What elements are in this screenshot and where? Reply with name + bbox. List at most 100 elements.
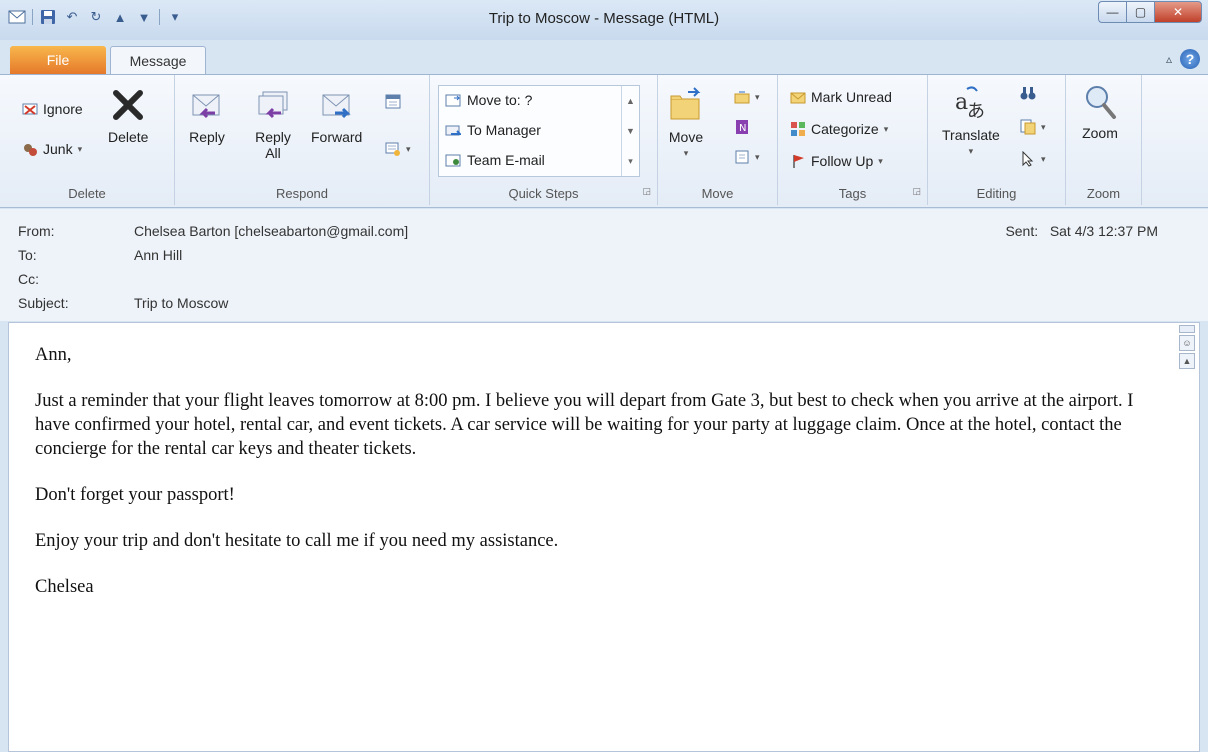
delete-button[interactable]: Delete xyxy=(108,87,148,145)
related-button[interactable]: ▾ xyxy=(1020,119,1046,135)
categorize-button[interactable]: Categorize ▾ xyxy=(790,121,888,137)
ribbon: Ignore Junk ▾ Delete Delete Reply Reply … xyxy=(0,74,1208,208)
actions-icon xyxy=(735,150,749,164)
maximize-button[interactable]: ▢ xyxy=(1126,1,1154,23)
junk-label: Junk xyxy=(43,141,73,157)
window-title: Trip to Moscow - Message (HTML) xyxy=(488,10,720,27)
body-paragraph: Just a reminder that your flight leaves … xyxy=(35,391,1134,459)
scroll-down-icon[interactable]: ▼ xyxy=(622,116,639,146)
ribbon-tabs: File Message ▵ ? xyxy=(0,40,1208,75)
delete-group-label: Delete xyxy=(68,186,106,201)
from-value[interactable]: Chelsea Barton [chelseabarton@gmail.com] xyxy=(134,223,408,239)
reply-label: Reply xyxy=(189,129,225,145)
to-manager-icon xyxy=(445,125,461,136)
rules-button[interactable]: ▾ xyxy=(734,89,760,105)
chevron-down-icon: ▾ xyxy=(77,143,83,154)
subject-label: Subject: xyxy=(18,295,69,311)
close-button[interactable]: ✕ xyxy=(1154,1,1202,23)
quick-steps-scroll[interactable]: ▲ ▼ ▾ xyxy=(621,86,639,176)
minimize-ribbon-icon[interactable]: ▵ xyxy=(1166,52,1172,66)
select-button[interactable]: ▾ xyxy=(1020,151,1046,167)
chevron-down-icon: ▾ xyxy=(1041,121,1046,132)
scroll-split-handle[interactable] xyxy=(1179,325,1195,333)
chevron-down-icon: ▾ xyxy=(406,143,411,154)
delete-group: Ignore Junk ▾ Delete Delete xyxy=(0,75,175,205)
onenote-button[interactable]: N xyxy=(734,119,750,135)
from-label: From: xyxy=(18,223,55,239)
respond-group-label: Respond xyxy=(275,186,329,201)
binoculars-icon xyxy=(1020,87,1036,100)
quick-steps-gallery: Move to: ? To Manager Team E-mail ▲ ▼ ▾ xyxy=(438,85,640,177)
categorize-icon xyxy=(791,122,805,136)
zoom-button[interactable]: Zoom xyxy=(1082,83,1118,141)
reply-icon xyxy=(192,94,220,119)
people-pane-icon[interactable]: ☺ xyxy=(1179,335,1195,351)
mark-unread-button[interactable]: Mark Unread xyxy=(790,89,892,105)
actions-button[interactable]: ▾ xyxy=(734,149,760,165)
chevron-down-icon: ▾ xyxy=(1041,153,1046,164)
quick-steps-group: Move to: ? To Manager Team E-mail ▲ ▼ ▾ … xyxy=(430,75,658,205)
chevron-down-icon: ▾ xyxy=(755,91,760,102)
tags-group-label: Tags xyxy=(838,186,867,201)
mark-unread-label: Mark Unread xyxy=(811,89,892,105)
delete-label: Delete xyxy=(108,129,149,145)
reply-all-label-1: Reply xyxy=(255,129,291,145)
onenote-icon: N xyxy=(736,120,748,134)
vertical-scrollbar[interactable]: ☺ ▲ xyxy=(1179,325,1197,749)
zoom-group-label: Zoom xyxy=(1086,186,1121,201)
move-group: Move ▾ ▾ N ▾ Move xyxy=(658,75,778,205)
respond-group: Reply Reply All Forward ▾ Respond xyxy=(175,75,430,205)
chevron-down-icon: ▾ xyxy=(883,123,889,134)
follow-up-flag-icon xyxy=(793,155,804,168)
team-email-icon xyxy=(445,154,461,167)
meeting-icon xyxy=(385,94,401,109)
svg-text:N: N xyxy=(739,123,746,134)
greeting: Ann, xyxy=(35,345,72,365)
translate-button[interactable]: aあ Translate ▾ xyxy=(942,85,1000,159)
meeting-button[interactable] xyxy=(385,93,401,109)
follow-up-button[interactable]: Follow Up ▾ xyxy=(790,153,883,169)
quick-step-team-email[interactable]: Team E-mail xyxy=(445,152,545,168)
quick-steps-group-label: Quick Steps xyxy=(508,186,579,201)
minimize-button[interactable]: — xyxy=(1098,1,1126,23)
tags-group: Mark Unread Categorize ▾ Follow Up ▾ ◲ T… xyxy=(778,75,928,205)
quick-step-label: Move to: ? xyxy=(467,92,533,108)
move-label: Move xyxy=(668,129,704,145)
body-paragraph: Enjoy your trip and don't hesitate to ca… xyxy=(35,531,559,551)
move-to-folder-icon xyxy=(445,94,461,107)
ignore-icon xyxy=(22,103,38,115)
find-button[interactable] xyxy=(1020,85,1036,101)
chevron-down-icon: ▾ xyxy=(683,148,689,158)
translate-icon: aあ xyxy=(955,86,985,121)
reply-all-label-2: All xyxy=(265,145,281,161)
ignore-button[interactable]: Ignore xyxy=(22,101,83,117)
translate-label: Translate xyxy=(942,127,1000,143)
tab-message[interactable]: Message xyxy=(110,46,206,75)
quick-step-to-manager[interactable]: To Manager xyxy=(445,122,541,138)
tab-file[interactable]: File xyxy=(10,46,106,74)
quick-step-move-to[interactable]: Move to: ? xyxy=(445,92,532,108)
delete-icon xyxy=(113,90,144,120)
message-body-pane[interactable]: Ann, Just a reminder that your flight le… xyxy=(8,322,1200,752)
mark-unread-icon xyxy=(790,92,806,104)
quick-step-label: To Manager xyxy=(467,122,541,138)
scroll-up-icon[interactable]: ▲ xyxy=(622,86,639,116)
to-value[interactable]: Ann Hill xyxy=(134,247,182,263)
forward-button[interactable]: Forward xyxy=(311,87,362,145)
help-icon[interactable]: ? xyxy=(1180,49,1200,69)
sent-label: Sent: xyxy=(1005,223,1039,239)
reply-button[interactable]: Reply xyxy=(189,87,225,145)
chevron-down-icon: ▾ xyxy=(755,151,760,162)
to-label: To: xyxy=(18,247,37,263)
ignore-label: Ignore xyxy=(43,101,83,117)
scroll-up-icon[interactable]: ▲ xyxy=(1179,353,1195,369)
junk-button[interactable]: Junk ▾ xyxy=(22,141,82,157)
more-respond-button[interactable]: ▾ xyxy=(385,141,411,157)
forward-icon xyxy=(322,94,351,119)
sent-value: Sat 4/3 12:37 PM xyxy=(1049,223,1158,239)
sent-info: Sent: Sat 4/3 12:37 PM xyxy=(1005,223,1158,239)
expand-gallery-icon[interactable]: ▾ xyxy=(622,146,639,176)
cc-label: Cc: xyxy=(18,271,39,287)
reply-all-button[interactable]: Reply All xyxy=(255,87,291,161)
move-button[interactable]: Move ▾ xyxy=(668,87,704,161)
